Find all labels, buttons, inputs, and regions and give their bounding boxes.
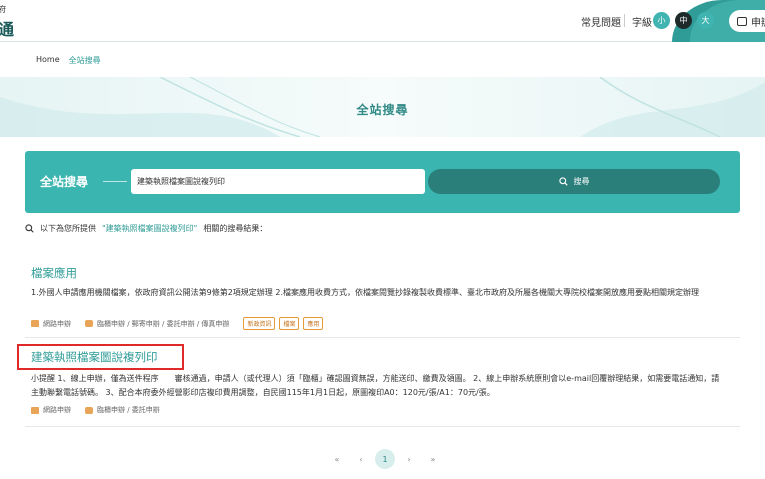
result-description: 1.外國人申請應用機關檔案，依政府資訊公開法第9條第2項規定辦理 2.檔案應用收… — [31, 288, 699, 297]
counter-service-icon — [85, 320, 93, 327]
logo-text-main: 通 — [0, 20, 14, 39]
result-title-link[interactable]: 建築執照檔案圖說複列印 — [31, 349, 158, 365]
result-tag[interactable]: 新政資訊 — [243, 317, 276, 330]
site-logo[interactable]: 府 通 — [0, 2, 14, 39]
search-icon — [558, 177, 568, 186]
result-item: 檔案應用 — [31, 262, 77, 281]
page-title: 全站搜尋 — [356, 103, 409, 117]
font-size-medium-button[interactable]: 中 — [675, 12, 692, 29]
last-page-button[interactable]: » — [421, 450, 445, 468]
font-size-large-button[interactable]: 大 — [697, 12, 714, 29]
search-label-divider — [103, 181, 127, 182]
counter-service-label: 臨櫃申辦 / 郵寄申辦 / 委託申辦 / 傳真申辦 — [97, 319, 230, 328]
counter-service-icon — [85, 406, 93, 414]
faq-link[interactable]: 常見問題 — [581, 14, 621, 29]
font-size-small-button[interactable]: 小 — [653, 12, 670, 29]
pagination: « ‹ 1 › » — [325, 449, 445, 469]
online-service-icon — [31, 320, 39, 327]
breadcrumb: Home 全站搜尋 — [36, 55, 101, 66]
page-number-current[interactable]: 1 — [375, 449, 395, 469]
header-divider — [624, 14, 625, 27]
search-input[interactable] — [131, 169, 425, 194]
counter-service-label: 臨櫃申辦 / 委託申辦 — [97, 406, 160, 414]
online-service-label: 網路申辦 — [43, 406, 71, 414]
page-banner: 全站搜尋 — [0, 77, 765, 137]
result-title-link[interactable]: 檔案應用 — [31, 266, 77, 280]
breadcrumb-current: 全站搜尋 — [68, 56, 101, 65]
first-page-button[interactable]: « — [325, 450, 349, 468]
result-tag[interactable]: 應用 — [303, 317, 324, 330]
result-service-meta: 網路申辦 臨櫃申辦 / 委託申辦 — [31, 405, 160, 415]
font-size-label: 字級 — [632, 18, 652, 29]
card-icon — [737, 16, 747, 26]
online-service-icon — [31, 406, 39, 414]
result-tag[interactable]: 檔案 — [279, 317, 300, 330]
site-header: 府 通 常見問題 字級 小 中 大 申辦 — [0, 0, 765, 42]
breadcrumb-home[interactable]: Home — [36, 55, 60, 66]
result-divider — [25, 426, 740, 427]
logo-text-top: 府 — [0, 5, 6, 14]
next-page-button[interactable]: › — [397, 450, 421, 468]
online-service-label: 網路申辦 — [43, 319, 71, 328]
result-divider — [25, 337, 740, 338]
search-label: 全站搜尋 — [40, 175, 89, 189]
search-button-label: 搜尋 — [573, 177, 590, 186]
search-button[interactable]: 搜尋 — [428, 169, 720, 194]
result-description: 小提醒 1、線上申辦，僅為送件程序 審核通過，申請人（或代理人）須「臨櫃」確認圖… — [31, 374, 720, 397]
result-service-meta: 網路申辦 臨櫃申辦 / 郵寄申辦 / 委託申辦 / 傳真申辦 新政資訊 檔案 應… — [31, 317, 324, 330]
summary-prefix: 以下為您所提供 — [40, 224, 96, 233]
apply-label: 申辦 — [751, 17, 765, 29]
summary-suffix: 相關的搜尋結果： — [203, 224, 268, 233]
prev-page-button[interactable]: ‹ — [349, 450, 373, 468]
search-icon — [25, 224, 34, 233]
summary-keyword: "建築執照檔案圖說複列印" — [102, 224, 198, 233]
apply-button[interactable]: 申辦 — [729, 10, 765, 32]
search-panel: 全站搜尋 搜尋 — [25, 151, 740, 213]
result-summary: 以下為您所提供 "建築執照檔案圖說複列印" 相關的搜尋結果： — [25, 223, 267, 234]
